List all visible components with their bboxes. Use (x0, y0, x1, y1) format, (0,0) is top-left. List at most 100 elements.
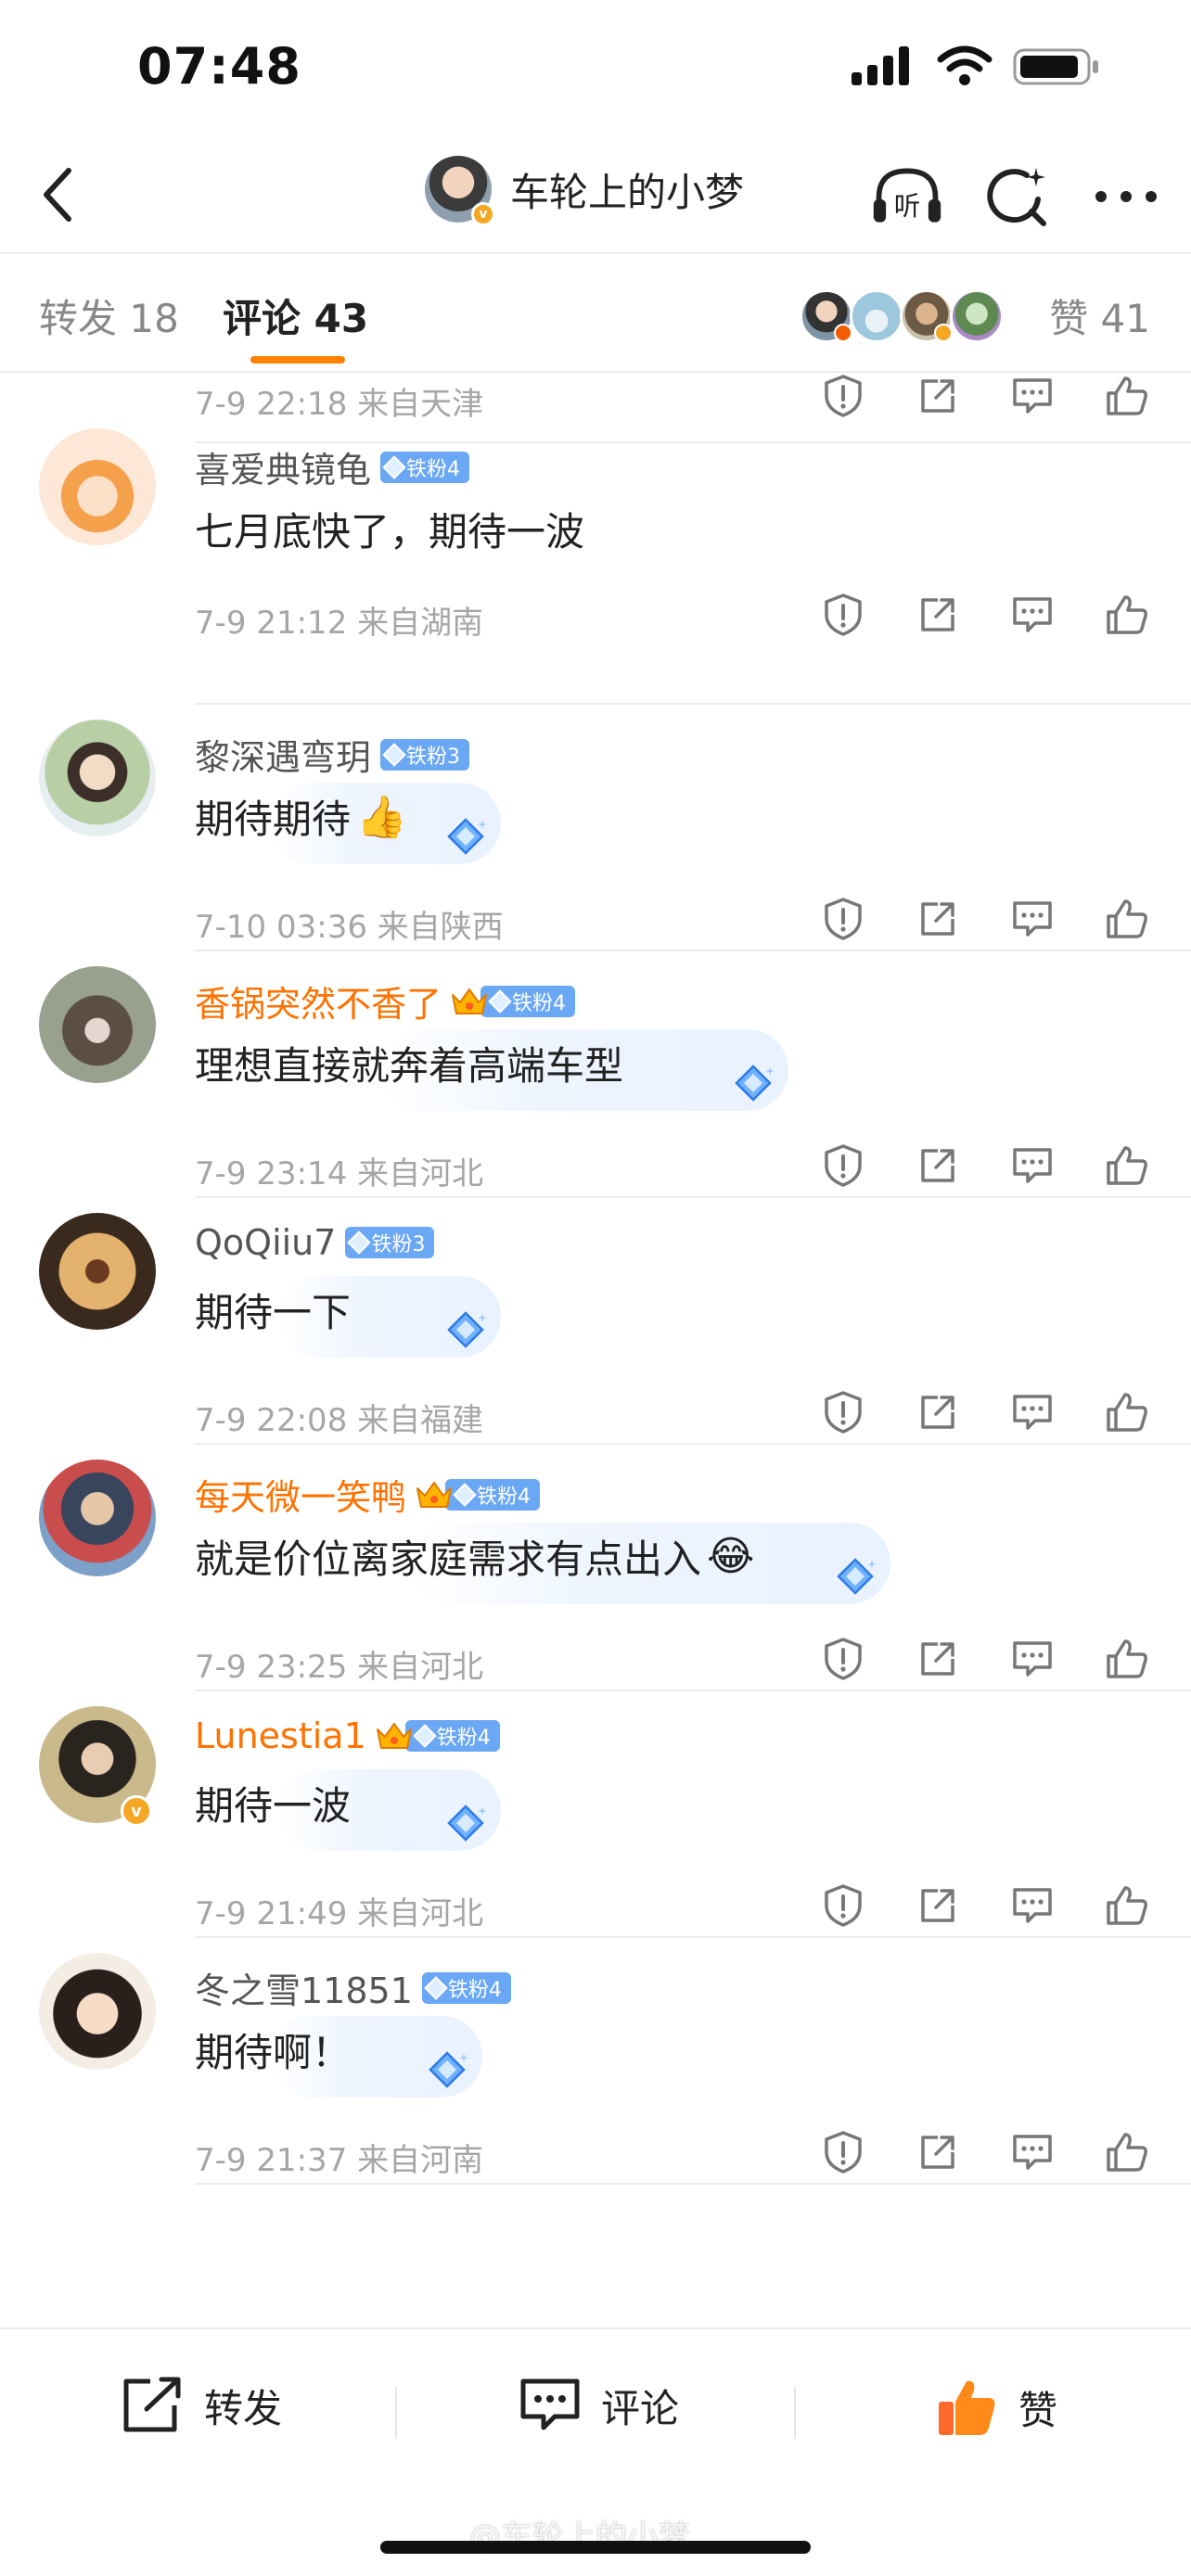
diamond-icon (382, 454, 406, 479)
avatar[interactable] (39, 720, 156, 836)
like-button[interactable] (1104, 592, 1150, 638)
share-button[interactable] (915, 373, 961, 419)
share-button[interactable] (915, 1636, 961, 1682)
share-button[interactable] (915, 1389, 961, 1435)
home-indicator[interactable] (380, 2541, 811, 2554)
list-item[interactable]: 每天微一笑鸭 铁粉4 就是价位离家庭需求有点出入 😂 7-9 23:25 来自河… (0, 1445, 1191, 1691)
avatar[interactable]: v (425, 156, 495, 226)
tab-comment[interactable]: 评论 43 (223, 287, 368, 344)
comment-author-row: 每天微一笑鸭 铁粉4 (195, 1469, 541, 1520)
fan-badge: 铁粉4 (404, 1720, 500, 1752)
nav-author[interactable]: v 车轮上的小梦 (425, 156, 744, 226)
more-button[interactable] (1089, 159, 1163, 234)
repost-button[interactable]: 转发 (121, 2376, 282, 2435)
comment-meta: 7-9 22:08 来自福建 (195, 1402, 484, 1439)
report-button[interactable] (820, 2129, 866, 2175)
reply-button[interactable] (1009, 1389, 1056, 1435)
comment-icon (1013, 378, 1052, 414)
tab-repost[interactable]: 转发 18 (39, 287, 179, 344)
fan-badge: 铁粉4 (445, 1478, 541, 1511)
report-button[interactable] (820, 1636, 866, 1682)
liker-avatars[interactable] (800, 289, 1004, 343)
report-button[interactable] (820, 373, 866, 419)
like-button[interactable] (1104, 1142, 1150, 1189)
comment-icon (1013, 2135, 1052, 2170)
fan-badge-label: 铁粉3 (406, 745, 461, 769)
comment-author[interactable]: QoQiiu7 (195, 1222, 336, 1263)
report-button[interactable] (820, 592, 866, 638)
avatar[interactable] (39, 1460, 156, 1576)
list-item[interactable]: 喜爱典镜龟 铁粉4 七月底快了，期待一波 7-9 21:12 来自湖南 (0, 428, 1191, 705)
share-icon (921, 1889, 954, 1922)
reply-button[interactable] (1009, 1882, 1056, 1929)
reply-button[interactable] (1009, 1636, 1056, 1682)
like-button[interactable] (1104, 373, 1150, 419)
list-item[interactable]: 黎深遇弯玥 铁粉3 期待期待 👍 7-10 03:36 来自陕西 (0, 705, 1191, 951)
share-button[interactable] (915, 2129, 961, 2175)
avatar[interactable] (39, 1953, 156, 2070)
like-button[interactable] (1104, 1882, 1150, 1929)
comment-meta: 7-9 23:14 来自河北 (195, 1155, 484, 1192)
bottom-action-bar: 转发 评论 赞 @车轮上的小梦 (0, 2327, 1191, 2576)
like-button[interactable] (1104, 1636, 1150, 1682)
reply-button[interactable] (1009, 2129, 1056, 2175)
like-button[interactable] (1104, 896, 1150, 942)
list-item[interactable]: 香锅突然不香了 铁粉4 理想直接就奔着高端车型 7-9 23:14 来自河北 (0, 951, 1191, 1198)
report-button[interactable] (820, 1882, 866, 1929)
share-button[interactable] (915, 1142, 961, 1189)
avatar[interactable] (39, 1213, 156, 1330)
battery-icon (1013, 45, 1100, 91)
comment-text: 期待一波 (195, 1783, 352, 1829)
avatar[interactable] (39, 428, 156, 545)
comment-meta: 7-9 21:37 来自河南 (195, 2142, 484, 2179)
comment-author[interactable]: 香锅突然不香了 (195, 976, 442, 1027)
reply-button[interactable] (1009, 373, 1056, 419)
diamond-icon (382, 742, 406, 767)
comment-text: 期待期待 (195, 797, 352, 842)
share-button[interactable] (915, 1882, 961, 1929)
crown-icon (451, 986, 488, 1017)
comment-author[interactable]: 喜爱典镜龟 (195, 441, 371, 492)
comment-author[interactable]: 每天微一笑鸭 (195, 1469, 406, 1520)
listen-button[interactable]: 听 (870, 159, 944, 234)
like-button[interactable]: 赞 (935, 2376, 1057, 2439)
verified-badge: v (471, 202, 495, 226)
like-button[interactable] (1104, 2129, 1150, 2175)
comment-button[interactable]: 评论 (518, 2376, 679, 2435)
back-button[interactable] (20, 158, 95, 232)
verified-badge (934, 324, 953, 342)
reply-button[interactable] (1009, 592, 1056, 638)
comment-actions (820, 896, 1150, 942)
like-button[interactable] (1104, 1389, 1150, 1435)
share-button[interactable] (915, 592, 961, 638)
comment-author[interactable]: Lunestia1 (195, 1715, 366, 1756)
list-item[interactable]: QoQiiu7 铁粉3 期待一下 7-9 22:08 来自福建 (0, 1198, 1191, 1445)
reply-button[interactable] (1009, 896, 1056, 942)
thumbs-up-icon (1107, 2133, 1147, 2172)
comment-author[interactable]: 黎深遇弯玥 (195, 729, 371, 780)
thumbs-up-icon (939, 2380, 995, 2435)
share-button[interactable] (915, 896, 961, 942)
tab-likes[interactable]: 赞 41 (1049, 287, 1150, 344)
list-item[interactable]: v Lunestia1 铁粉4 期待一波 7-9 21:49 来自河北 (0, 1691, 1191, 1938)
thumbs-up-icon (1107, 1886, 1147, 1925)
listen-icon: 听 (873, 168, 941, 223)
comment-text: 期待一下 (195, 1290, 352, 1335)
active-tab-indicator (250, 356, 345, 363)
report-button[interactable] (820, 1389, 866, 1435)
reply-button[interactable] (1009, 1142, 1056, 1189)
search-button[interactable] (980, 159, 1054, 234)
comment-icon (1013, 1395, 1052, 1430)
avatar (850, 289, 903, 343)
avatar[interactable] (39, 966, 156, 1083)
comment-label: 评论 (601, 2385, 680, 2431)
fan-badge: 铁粉3 (380, 738, 470, 771)
report-button[interactable] (820, 1142, 866, 1189)
comment-author[interactable]: 冬之雪11851 (195, 1962, 413, 2013)
thumbs-up-icon (1107, 1146, 1147, 1185)
list-item[interactable]: 冬之雪11851 铁粉4 期待啊！ 7-9 21:37 来自河南 (0, 1938, 1191, 2185)
report-button[interactable] (820, 896, 866, 942)
diamond-icon (453, 1482, 477, 1507)
comment-body: 期待期待 👍 (195, 788, 407, 845)
comment-list[interactable]: 7-9 22:18 来自天津 喜爱典镜龟 铁粉4 七月底快了，期待一波 7-9 … (0, 373, 1191, 2327)
